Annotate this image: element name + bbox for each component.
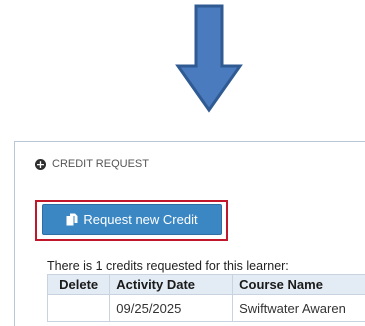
activity-date-cell: 09/25/2025	[109, 294, 234, 322]
column-header-delete: Delete	[46, 274, 111, 295]
column-header-activity-date: Activity Date	[109, 274, 234, 295]
panel-header[interactable]: + CREDIT REQUEST	[35, 156, 149, 172]
document-icon	[66, 213, 78, 226]
table-row: 09/25/2025 Swiftwater Awaren	[46, 294, 365, 322]
credit-request-panel: + CREDIT REQUEST Request new Credit Ther…	[14, 141, 365, 326]
column-header-course-name: Course Name	[232, 274, 365, 295]
credits-summary-text: There is 1 credits requested for this le…	[47, 259, 289, 273]
table-header-row: Delete Activity Date Course Name	[46, 274, 365, 295]
course-name-cell: Swiftwater Awaren	[232, 294, 365, 322]
screenshot-stage: + CREDIT REQUEST Request new Credit Ther…	[0, 0, 365, 326]
down-arrow-icon	[175, 4, 243, 113]
request-button-label: Request new Credit	[83, 212, 198, 227]
credits-table: Delete Activity Date Course Name 09/25/2…	[46, 274, 365, 322]
plus-circle-icon[interactable]: +	[35, 158, 46, 170]
panel-title: CREDIT REQUEST	[52, 158, 149, 170]
delete-cell[interactable]	[46, 294, 111, 322]
request-new-credit-button[interactable]: Request new Credit	[42, 204, 222, 235]
